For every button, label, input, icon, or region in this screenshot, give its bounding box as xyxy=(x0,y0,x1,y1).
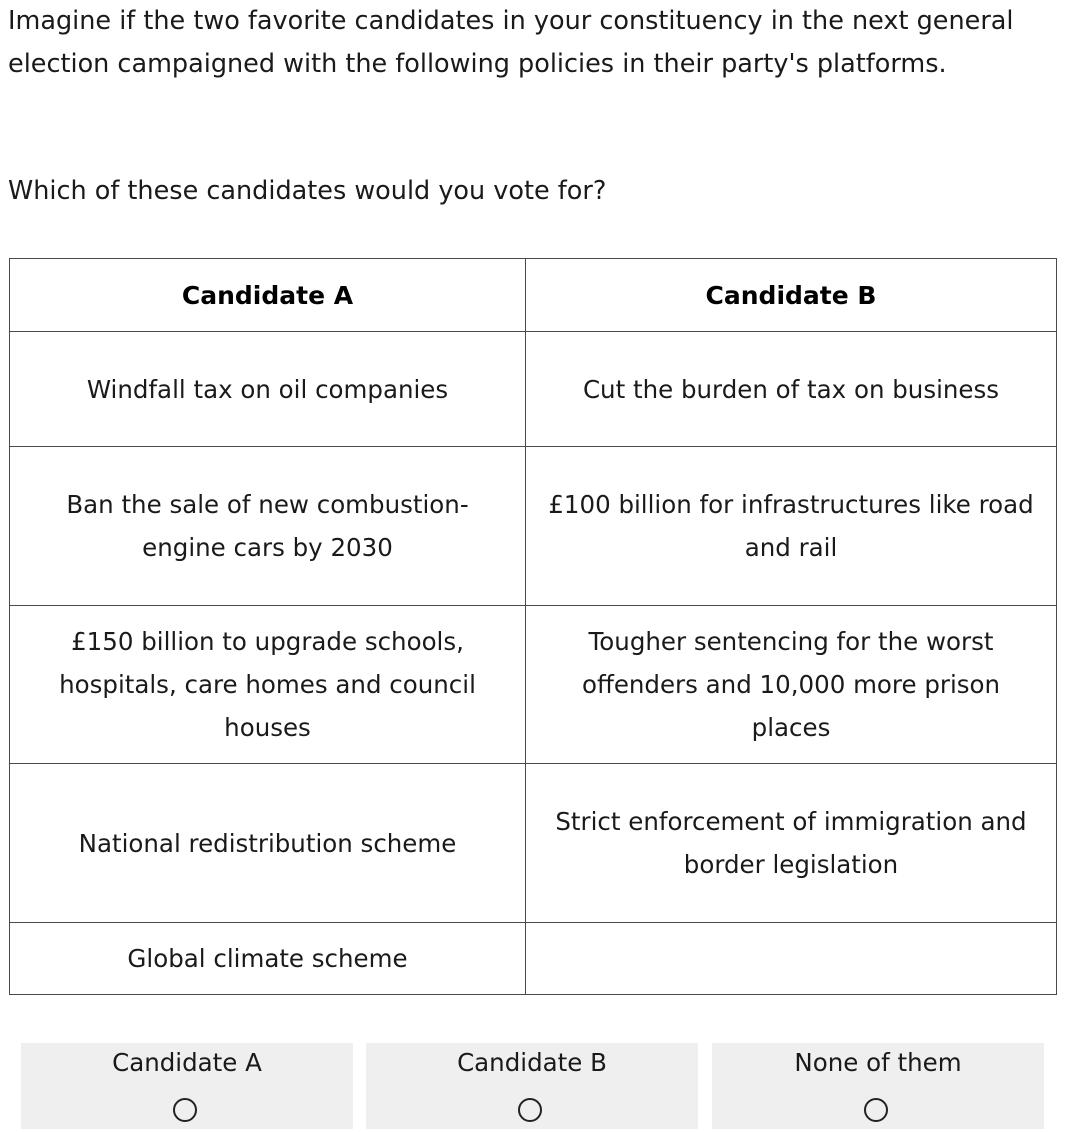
policy-cell-a: Ban the sale of new combustion-engine ca… xyxy=(9,446,526,606)
answer-option-candidate-b[interactable]: Candidate B xyxy=(366,1043,698,1129)
answer-label: None of them xyxy=(794,1048,962,1077)
table-row: Ban the sale of new combustion-engine ca… xyxy=(9,446,1057,606)
radio-button-candidate-b[interactable] xyxy=(518,1098,542,1122)
survey-intro-text: Imagine if the two favorite candidates i… xyxy=(8,6,1014,79)
candidate-policy-table: Candidate A Candidate B Windfall tax on … xyxy=(9,258,1057,995)
answer-option-none[interactable]: None of them xyxy=(712,1043,1044,1129)
policy-cell-a: Windfall tax on oil companies xyxy=(9,331,526,447)
policy-cell-b xyxy=(525,922,1057,995)
answer-options: Candidate A Candidate B None of them xyxy=(21,1043,1044,1129)
header-candidate-b: Candidate B xyxy=(525,258,1057,332)
policy-cell-b: Tougher sentencing for the worst offende… xyxy=(525,605,1057,764)
survey-question-text: Which of these candidates would you vote… xyxy=(8,176,607,206)
policy-cell-a: £150 billion to upgrade schools, hospita… xyxy=(9,605,526,764)
answer-label: Candidate B xyxy=(457,1048,607,1077)
answer-label: Candidate A xyxy=(112,1048,262,1077)
table-row: £150 billion to upgrade schools, hospita… xyxy=(9,605,1057,764)
radio-button-candidate-a[interactable] xyxy=(173,1098,197,1122)
radio-button-none[interactable] xyxy=(864,1098,888,1122)
policy-cell-a: Global climate scheme xyxy=(9,922,526,995)
policy-cell-a: National redistribution scheme xyxy=(9,763,526,923)
policy-cell-b: Strict enforcement of immigration and bo… xyxy=(525,763,1057,923)
policy-cell-b: £100 billion for infrastructures like ro… xyxy=(525,446,1057,606)
answer-option-candidate-a[interactable]: Candidate A xyxy=(21,1043,353,1129)
header-candidate-a: Candidate A xyxy=(9,258,526,332)
table-row: National redistribution scheme Strict en… xyxy=(9,763,1057,923)
policy-cell-b: Cut the burden of tax on business xyxy=(525,331,1057,447)
table-header-row: Candidate A Candidate B xyxy=(9,258,1057,332)
table-row: Global climate scheme xyxy=(9,922,1057,995)
table-row: Windfall tax on oil companies Cut the bu… xyxy=(9,331,1057,447)
